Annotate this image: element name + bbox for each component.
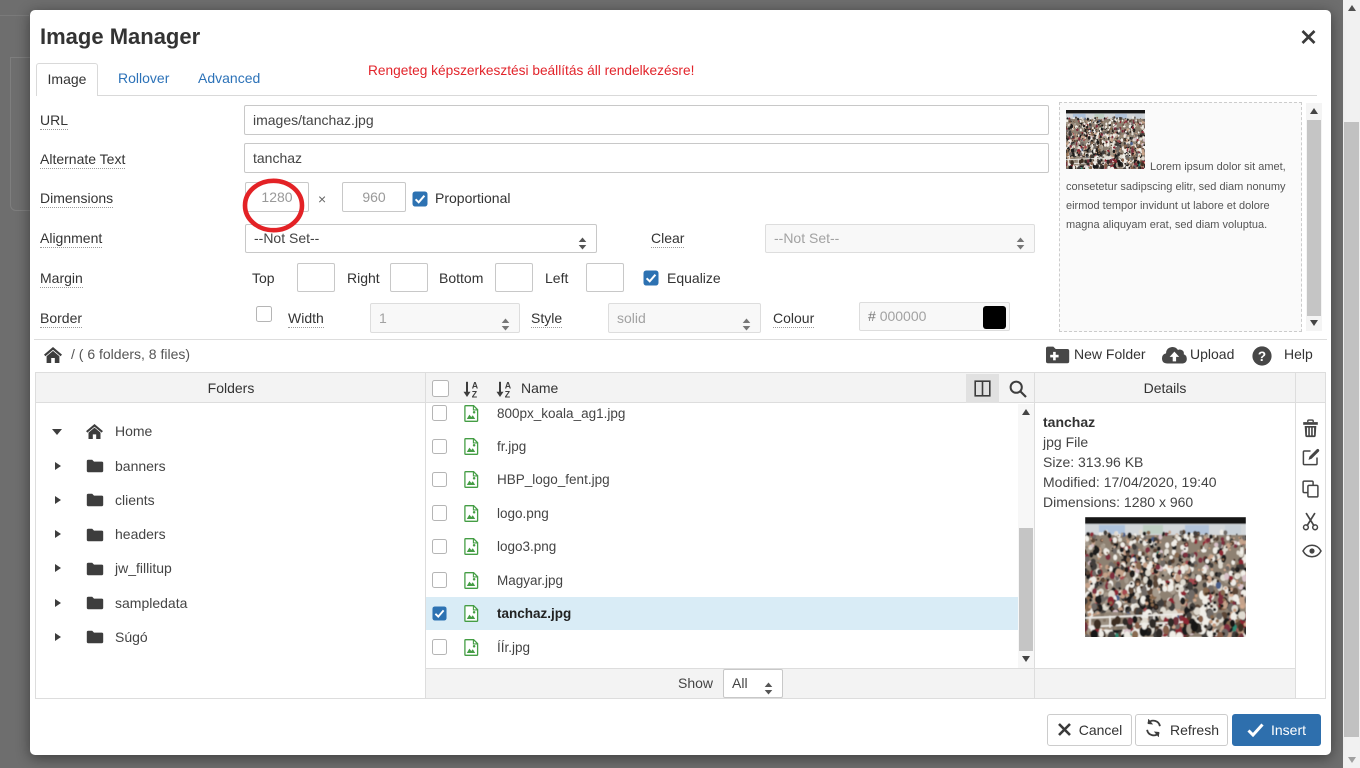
svg-text:?: ?: [1258, 349, 1266, 364]
svg-text:Z: Z: [505, 390, 511, 398]
svg-text:Z: Z: [472, 390, 478, 398]
